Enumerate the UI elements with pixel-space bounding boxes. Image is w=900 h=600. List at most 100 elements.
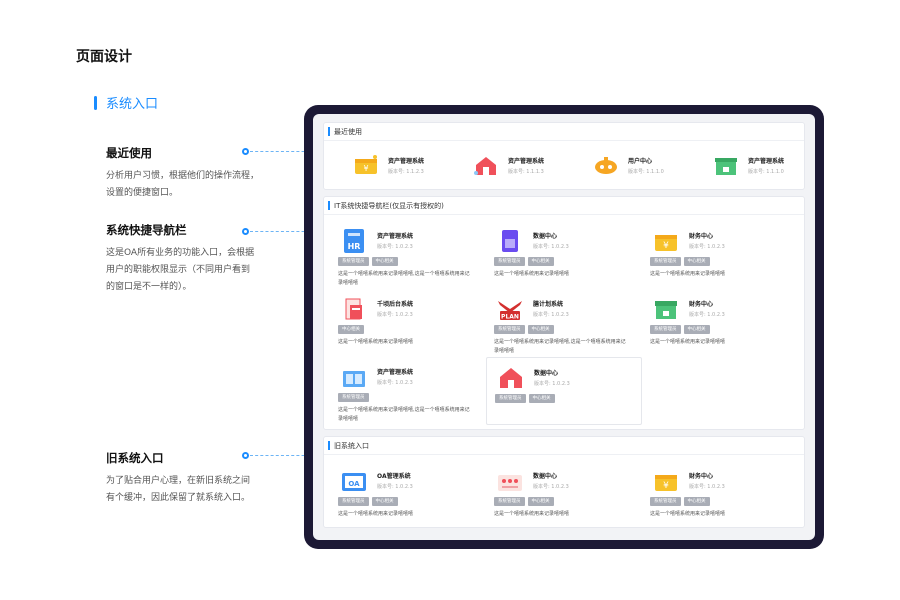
book-icon — [343, 371, 365, 387]
system-card[interactable]: 资产管理系统 版本号: 1.0.2.3 系统管理员 这是一个嘻嘻系统用来记录嘻嘻嘻… — [330, 357, 486, 425]
svg-text:¥: ¥ — [663, 241, 669, 251]
yen-box-icon: ¥ — [655, 475, 677, 491]
card-name: 数据中心 — [533, 233, 558, 240]
item-version: 版本号: 1.1.2.3 — [388, 168, 424, 175]
card-version: 版本号: 1.0.2.3 — [533, 312, 569, 318]
tag: 中心相关 — [528, 394, 555, 403]
hr-icon: HR — [344, 229, 364, 253]
item-version: 版本号: 1.1.1.3 — [508, 168, 544, 175]
item-name: 资产管理系统 — [508, 157, 545, 165]
connector-dot — [242, 452, 249, 459]
svg-text:¥: ¥ — [363, 164, 368, 173]
card-name: 财务中心 — [689, 301, 714, 308]
system-card[interactable]: 财务中心 版本号: 1.0.2.3 系统管理员 中心相关 这是一个嘻嘻系统用来记录嘻… — [642, 289, 798, 357]
system-card[interactable]: 数据中心版本号: 1.0.2.3 系统管理员 中心相关 — [486, 357, 642, 425]
tag: 系统管理员 — [494, 497, 525, 506]
card-name: 财务中心 — [689, 233, 714, 240]
card-name: 千顷后台系统 — [377, 301, 414, 308]
tablet-screen: 最近使用 ¥ 资产管理系统 版本号: 1.1.2.3 资产管理系统 版本号: 1.1… — [313, 114, 815, 540]
card-name: 资产管理系统 — [377, 369, 414, 376]
panel-header: IT系统快捷导航栏(仅显示有授权的) — [324, 197, 804, 215]
item-name: 用户中心 — [628, 157, 653, 165]
tag: 系统管理员 — [338, 497, 369, 506]
tag: 系统管理员 — [494, 257, 525, 266]
panel-header: 最近使用 — [324, 123, 804, 141]
tag: 系统管理员 — [494, 325, 525, 334]
recent-panel: 最近使用 ¥ 资产管理系统 版本号: 1.1.2.3 资产管理系统 版本号: 1.1… — [323, 122, 805, 190]
system-card[interactable]: 数据中心版本号: 1.0.2.3 系统管理员 中心相关 这是一个嘻嘻系统用来记录嘻… — [486, 461, 642, 523]
annotation-line: 用户的职能权限显示（不同用户看到 — [106, 265, 251, 275]
card-desc: 这是一个嘻嘻系统用来记录嘻嘻嘻 — [494, 271, 570, 277]
item-name: 资产管理系统 — [388, 157, 425, 165]
panel-header: 旧系统入口 — [324, 437, 804, 455]
card-desc: 这是一个嘻嘻系统用来记录嘻嘻嘻,这是一个嘻嘻系统用来记录嘻嘻嘻 — [338, 407, 470, 422]
tag: 中心相关 — [371, 497, 398, 506]
system-card[interactable]: OA OA管理系统 版本号: 1.0.2.3 系统管理员 中心相关 这是一个嘻嘻系统… — [330, 461, 486, 523]
tag: 系统管理员 — [650, 325, 681, 334]
plan-icon: PLAN — [498, 301, 522, 321]
tag: 中心相关 — [527, 257, 554, 266]
system-card[interactable]: HR 资产管理系统 版本号: 1.0.2.3 系统管理员 中心相关 这是一个嘻嘻系统… — [330, 221, 486, 289]
yen-box-icon: ¥ — [655, 235, 677, 251]
system-card[interactable]: PLAN 膳计划系统 版本号: 1.0.2.3 系统管理员 中心相关 这是一个嘻嘻系… — [486, 289, 642, 357]
card-name: 数据中心 — [534, 370, 559, 377]
connector-dot — [242, 228, 249, 235]
red-house-icon — [500, 368, 522, 388]
recent-item[interactable]: ¥ 资产管理系统 版本号: 1.1.2.3 — [324, 153, 444, 177]
item-name: 资产管理系统 — [748, 157, 785, 165]
card-version: 版本号: 1.0.2.3 — [689, 484, 725, 490]
data-center-icon — [502, 230, 518, 252]
annotation-line: 的窗口是不一样的）。 — [106, 282, 192, 292]
svg-text:HR: HR — [348, 242, 361, 251]
tag: 系统管理员 — [650, 497, 681, 506]
system-card[interactable]: ¥ 财务中心 版本号: 1.0.2.3 系统管理员 中心相关 这是一个嘻嘻系统用来记… — [642, 461, 798, 523]
svg-text:¥: ¥ — [663, 481, 669, 491]
forms-icon — [345, 298, 362, 320]
tag: 中心相关 — [527, 325, 554, 334]
tag: 系统管理员 — [338, 393, 369, 402]
tag: 中心相关 — [527, 497, 554, 506]
card-desc: 这是一个嘻嘻系统用来记录嘻嘻嘻 — [650, 511, 726, 517]
card-version: 版本号: 1.0.2.3 — [377, 312, 413, 318]
section-heading: 系统入口 — [94, 93, 158, 112]
recent-item[interactable]: 资产管理系统 版本号: 1.1.1.3 — [444, 153, 564, 177]
section-title: 系统入口 — [106, 97, 159, 112]
card-version: 版本号: 1.0.2.3 — [377, 380, 413, 386]
robot-icon — [595, 157, 617, 174]
system-card[interactable]: ¥ 财务中心 版本号: 1.0.2.3 系统管理员 中心相关 这是一个嘻嘻系统用来记… — [642, 221, 798, 289]
tag: 中心相关 — [683, 497, 710, 506]
card-desc: 这是一个嘻嘻系统用来记录嘻嘻嘻,这是一个嘻嘻系统用来记录嘻嘻嘻 — [338, 271, 470, 286]
recent-item[interactable]: 资产管理系统 版本号: 1.1.1.0 — [684, 153, 804, 177]
card-version: 版本号: 1.0.2.3 — [377, 484, 413, 490]
annotation-line: 有个缓冲，因此保留了就系统入口。 — [106, 493, 251, 503]
tablet-frame: 最近使用 ¥ 资产管理系统 版本号: 1.1.2.3 资产管理系统 版本号: 1.1… — [304, 105, 824, 549]
bank-icon — [715, 158, 737, 175]
tag: 中心相关 — [683, 257, 710, 266]
card-name: 资产管理系统 — [377, 233, 414, 240]
yen-box-icon: ¥ — [355, 155, 377, 174]
svg-text:PLAN: PLAN — [501, 314, 519, 321]
svg-text:OA: OA — [348, 480, 360, 488]
tag: 系统管理员 — [495, 394, 526, 403]
dashboard-icon — [498, 475, 522, 491]
card-version: 版本号: 1.0.2.3 — [533, 484, 569, 490]
card-desc: 这是一个嘻嘻系统用来记录嘻嘻嘻 — [650, 271, 726, 277]
tag: 系统管理员 — [338, 257, 369, 266]
card-desc: 这是一个嘻嘻系统用来记录嘻嘻嘻,这是一个嘻嘻系统用来记录嘻嘻嘻 — [494, 339, 626, 354]
nav-panel: IT系统快捷导航栏(仅显示有授权的) HR 资产管理系统 版本号: 1.0.2.3… — [323, 196, 805, 430]
system-card[interactable]: 数据中心 版本号: 1.0.2.3 系统管理员 中心相关 这是一个嘻嘻系统用来记录嘻… — [486, 221, 642, 289]
annotation-line: 这是OA所有业务的功能入口，会根据 — [106, 248, 255, 258]
tag: 中心相关 — [338, 325, 364, 334]
recent-item[interactable]: 用户中心 版本号: 1.1.1.0 — [564, 153, 684, 177]
card-name: 数据中心 — [533, 473, 558, 480]
card-version: 版本号: 1.0.2.3 — [377, 244, 413, 250]
card-desc: 这是一个嘻嘻系统用来记录嘻嘻嘻 — [494, 511, 570, 517]
annotation-line: 设置的便捷窗口。 — [106, 188, 179, 198]
tag: 中心相关 — [371, 257, 398, 266]
connector-dot — [242, 148, 249, 155]
card-name: OA管理系统 — [377, 473, 411, 480]
annotation-line: 为了贴合用户心理，在新旧系统之间 — [106, 476, 251, 486]
card-version: 版本号: 1.0.2.3 — [534, 381, 570, 387]
system-card[interactable]: 千顷后台系统 版本号: 1.0.2.3 中心相关 这是一个嘻嘻系统用来记录嘻嘻嘻 — [330, 289, 486, 357]
item-version: 版本号: 1.1.1.0 — [748, 168, 784, 175]
